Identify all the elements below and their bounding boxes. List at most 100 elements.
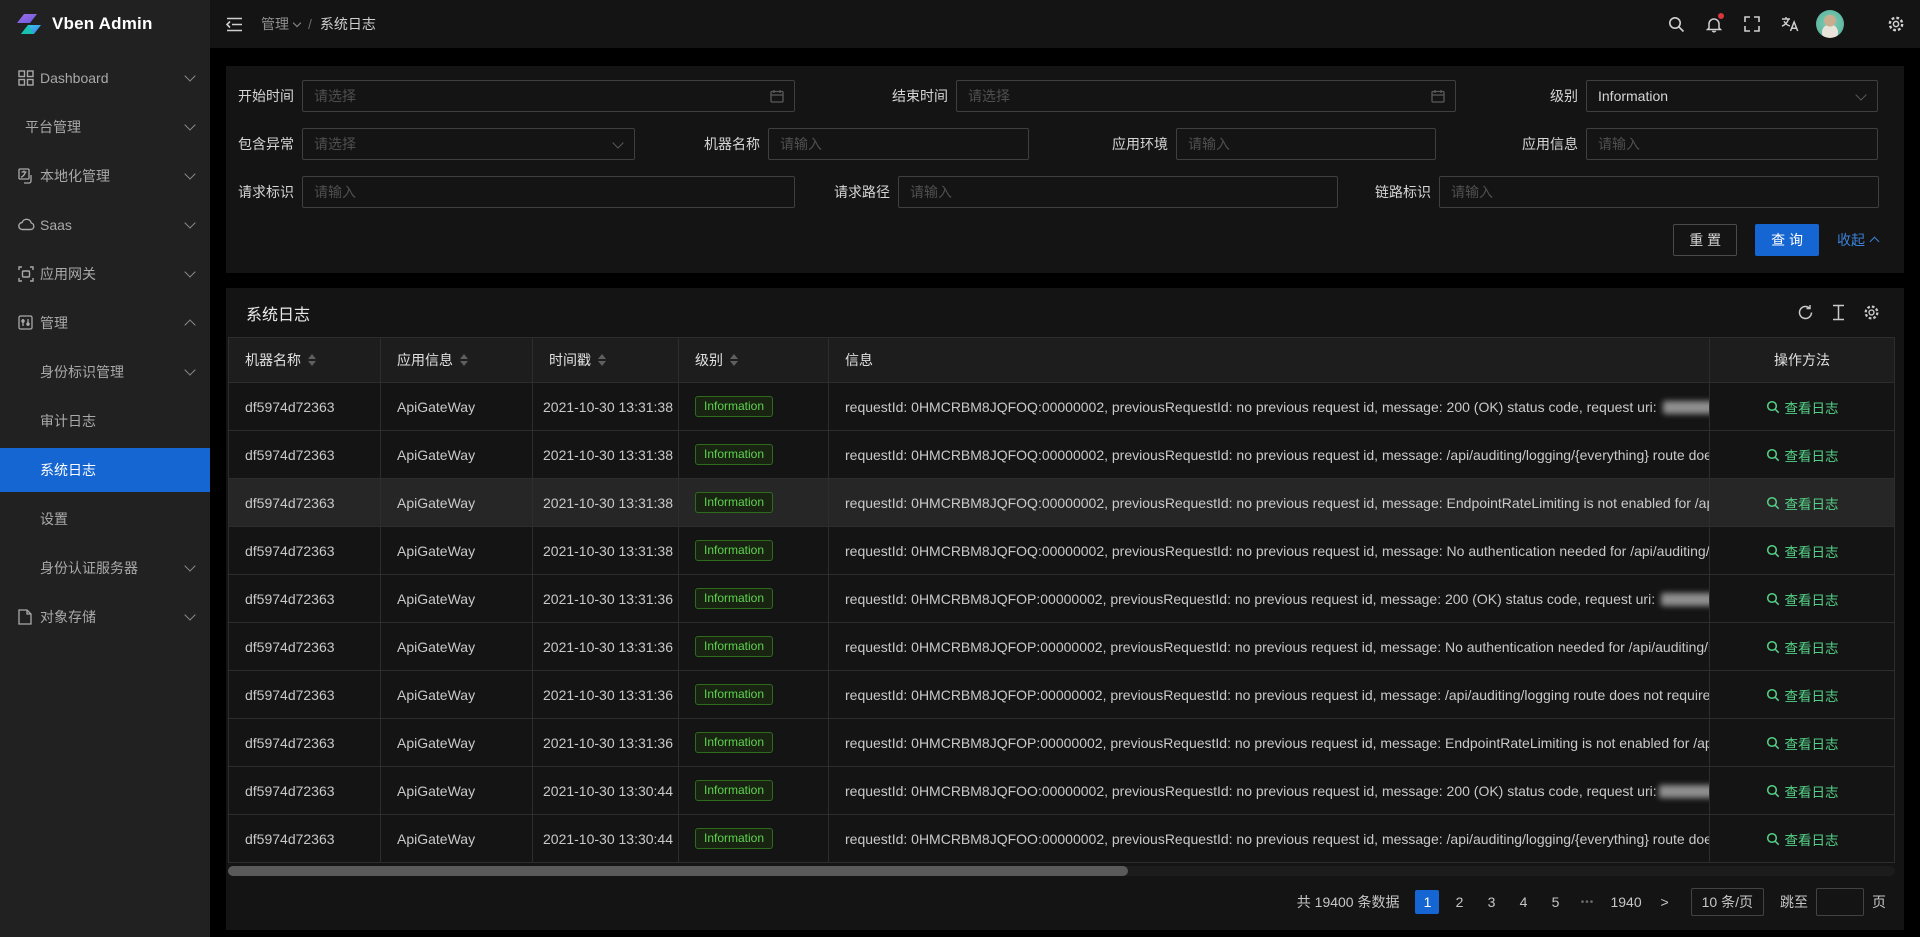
horizontal-scrollbar-thumb[interactable] [228, 866, 1128, 876]
page-button-3[interactable]: 3 [1479, 890, 1503, 914]
level-badge: Information [695, 444, 773, 465]
table-row: df5974d72363 ApiGateWay 2021-10-30 13:31… [229, 719, 1895, 767]
request-path-input[interactable]: 请输入 [898, 176, 1338, 208]
sidebar-item-本地化管理[interactable]: 本地化管理 [0, 154, 210, 198]
view-log-link[interactable]: 查看日志 [1766, 637, 1839, 657]
breadcrumb-parent[interactable]: 管理 [261, 14, 300, 34]
field-label: 应用环境 [1100, 134, 1168, 154]
filter-field-app-info: 应用信息 请输入 [1510, 128, 1878, 160]
log-message: requestId: 0HMCRBM8JQFOP:00000002, previ… [845, 591, 1659, 607]
view-log-link[interactable]: 查看日志 [1766, 829, 1839, 849]
view-log-link[interactable]: 查看日志 [1766, 541, 1839, 561]
view-log-link[interactable]: 查看日志 [1766, 781, 1839, 801]
cell-timestamp: 2021-10-30 13:30:44 [533, 767, 679, 815]
page-button-1[interactable]: 1 [1415, 890, 1439, 914]
collapse-link[interactable]: 收起 [1837, 230, 1878, 250]
cell-level: Information [679, 767, 829, 815]
chevron-down-icon [293, 18, 301, 26]
next-page-button[interactable]: > [1653, 890, 1677, 914]
cell-app-info: ApiGateWay [381, 671, 533, 719]
sort-caret-icon[interactable] [460, 354, 468, 366]
filter-field-end-time: 结束时间 请选择 [880, 80, 1456, 112]
sidebar-item-dashboard[interactable]: Dashboard [0, 56, 210, 100]
table-row: df5974d72363 ApiGateWay 2021-10-30 13:31… [229, 671, 1895, 719]
column-header-3[interactable]: 级别 [679, 338, 829, 383]
sidebar-item-审计日志[interactable]: 审计日志 [0, 399, 210, 443]
cell-app-info: ApiGateWay [381, 575, 533, 623]
level-select[interactable]: Information [1586, 80, 1878, 112]
machine-name-input[interactable]: 请输入 [768, 128, 1029, 160]
calendar-icon [1431, 89, 1445, 103]
sidebar-item-saas[interactable]: Saas [0, 203, 210, 247]
cell-level: Information [679, 815, 829, 863]
sort-caret-icon[interactable] [308, 354, 316, 366]
view-log-link[interactable]: 查看日志 [1766, 493, 1839, 513]
refresh-icon[interactable] [1797, 304, 1814, 321]
sidebar-item-对象存储[interactable]: 对象存储 [0, 595, 210, 639]
logo[interactable]: Vben Admin [0, 0, 210, 48]
cell-machine-name: df5974d72363 [229, 671, 381, 719]
column-header-2[interactable]: 时间戳 [533, 338, 679, 383]
fullscreen-icon[interactable] [1740, 12, 1764, 36]
view-log-link[interactable]: 查看日志 [1766, 589, 1839, 609]
column-height-icon[interactable] [1831, 304, 1846, 321]
table-row: df5974d72363 ApiGateWay 2021-10-30 13:31… [229, 383, 1895, 431]
column-settings-icon[interactable] [1863, 304, 1880, 321]
end-time-picker[interactable]: 请选择 [956, 80, 1456, 112]
settings-gear-icon[interactable] [1884, 12, 1908, 36]
sort-caret-icon[interactable] [730, 354, 738, 366]
sidebar-item-应用网关[interactable]: 应用网关 [0, 252, 210, 296]
field-label: 请求标识 [226, 182, 294, 202]
bell-icon[interactable] [1702, 12, 1726, 36]
sidebar-item-管理[interactable]: 管理 [0, 301, 210, 345]
saas-icon [18, 217, 34, 233]
page-button-1940[interactable]: 1940 [1607, 890, 1644, 914]
sidebar-item-设置[interactable]: 设置 [0, 497, 210, 541]
jump-page-input[interactable] [1816, 888, 1864, 916]
start-time-picker[interactable]: 请选择 [302, 80, 795, 112]
jump-prefix-label: 跳至 [1780, 892, 1808, 912]
cell-action: 查看日志 [1710, 479, 1895, 527]
search-button[interactable]: 查 询 [1755, 224, 1819, 256]
reset-button[interactable]: 重 置 [1673, 224, 1737, 256]
sidebar-item-平台管理[interactable]: 平台管理 [0, 105, 210, 149]
pagination: 共 19400 条数据 12345•••1940 > 10 条/页 跳至 页 [226, 876, 1904, 916]
column-header-1[interactable]: 应用信息 [381, 338, 533, 383]
column-header-0[interactable]: 机器名称 [229, 338, 381, 383]
request-id-input[interactable]: 请输入 [302, 176, 795, 208]
menu-fold-icon[interactable] [226, 17, 243, 32]
sidebar-item-身份认证服务器[interactable]: 身份认证服务器 [0, 546, 210, 590]
view-log-link[interactable]: 查看日志 [1766, 685, 1839, 705]
view-log-link[interactable]: 查看日志 [1766, 733, 1839, 753]
page-button-4[interactable]: 4 [1511, 890, 1535, 914]
log-message: requestId: 0HMCRBM8JQFOP:00000002, previ… [845, 735, 1710, 751]
view-log-link[interactable]: 查看日志 [1766, 397, 1839, 417]
cell-app-info: ApiGateWay [381, 623, 533, 671]
magnifier-icon [1766, 448, 1780, 462]
magnifier-icon [1766, 544, 1780, 558]
cell-timestamp: 2021-10-30 13:31:38 [533, 383, 679, 431]
app-info-input[interactable]: 请输入 [1586, 128, 1878, 160]
sort-caret-icon[interactable] [598, 354, 606, 366]
avatar[interactable] [1816, 10, 1844, 38]
page-button-5[interactable]: 5 [1543, 890, 1567, 914]
view-log-link[interactable]: 查看日志 [1766, 445, 1839, 465]
page-button-2[interactable]: 2 [1447, 890, 1471, 914]
log-message: requestId: 0HMCRBM8JQFOQ:00000002, previ… [845, 543, 1710, 559]
app-env-input[interactable]: 请输入 [1176, 128, 1436, 160]
cell-message: requestId: 0HMCRBM8JQFOP:00000002, previ… [829, 671, 1710, 719]
translate-icon[interactable] [1778, 12, 1802, 36]
column-header-5: 操作方法 [1710, 338, 1895, 383]
cell-app-info: ApiGateWay [381, 431, 533, 479]
chevron-icon [184, 319, 195, 330]
sidebar-item-系统日志[interactable]: 系统日志 [0, 448, 210, 492]
page-size-select[interactable]: 10 条/页 [1691, 888, 1764, 916]
field-label: 链路标识 [1363, 182, 1431, 202]
has-exception-select[interactable]: 请选择 [302, 128, 635, 160]
trace-id-input[interactable]: 请输入 [1439, 176, 1879, 208]
level-badge: Information [695, 684, 773, 705]
sidebar-item-身份标识管理[interactable]: 身份标识管理 [0, 350, 210, 394]
search-icon[interactable] [1664, 12, 1688, 36]
cell-level: Information [679, 431, 829, 479]
cell-message: requestId: 0HMCRBM8JQFOP:00000002, previ… [829, 719, 1710, 767]
